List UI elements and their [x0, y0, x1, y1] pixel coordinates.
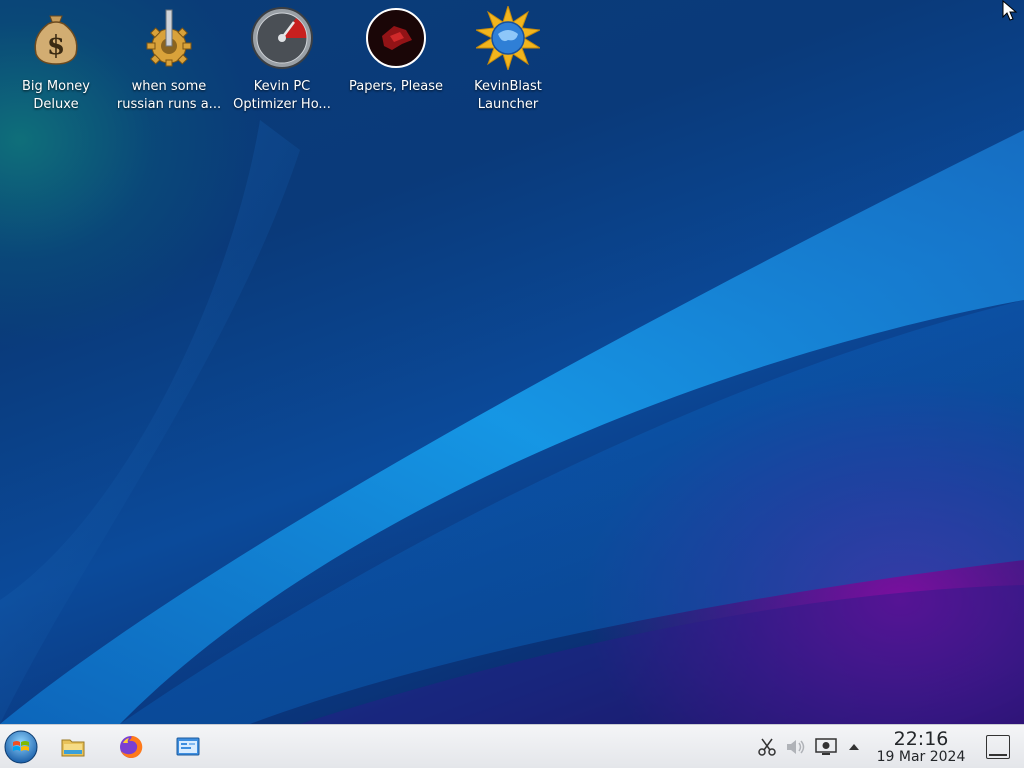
money-bag-icon: $ [34, 15, 78, 65]
clipboard-tray-button[interactable] [751, 731, 783, 763]
desktop-icon-papers-please[interactable]: Papers, Please [340, 6, 452, 116]
scissors-icon [758, 738, 776, 756]
desktop-icon-label: KevinBlast Launcher [474, 79, 542, 112]
desktop-icon-label: Kevin PC Optimizer Ho... [233, 79, 331, 112]
gear-icon [146, 9, 192, 67]
clock-date[interactable]: 19 Mar 2024 [868, 749, 974, 766]
desktop-icon-label: when some russian runs a... [116, 79, 222, 112]
svg-text:$: $ [47, 31, 65, 61]
taskbar: 22:16 19 Mar 2024 [0, 724, 1024, 768]
desktop-icon-russian-runs[interactable]: when some russian runs a... [113, 6, 225, 116]
mouse-cursor-icon [1002, 0, 1018, 21]
display-icon [815, 738, 837, 755]
file-manager-icon [61, 739, 85, 757]
start-menu-button[interactable] [4, 730, 38, 764]
system-settings-icon [176, 737, 200, 756]
clock-time[interactable]: 22:16 [876, 728, 966, 750]
speedometer-icon [251, 7, 313, 69]
show-desktop-button[interactable] [986, 735, 1010, 759]
desktop-icon-label: Big Money Deluxe [21, 79, 90, 112]
file-manager-launcher[interactable] [57, 731, 89, 763]
papers-please-icon [366, 8, 426, 68]
firefox-launcher[interactable] [115, 731, 147, 763]
volume-tray-button[interactable] [780, 731, 812, 763]
starburst-globe-icon [476, 6, 540, 70]
desktop-icon-label: Papers, Please [348, 79, 444, 94]
volume-icon [787, 740, 805, 754]
tray-expand-button[interactable] [838, 731, 870, 763]
desktop-icon-big-money-deluxe[interactable]: $ Big Money Deluxe [0, 6, 112, 116]
system-settings-launcher[interactable] [172, 731, 204, 763]
desktop[interactable]: $ Big Money Deluxe when some russian run… [0, 0, 1024, 724]
desktop-icon-kevinblast-launcher[interactable]: KevinBlast Launcher [452, 6, 564, 116]
desktop-icon-kevin-pc-optimizer[interactable]: Kevin PC Optimizer Ho... [226, 6, 338, 116]
firefox-icon [120, 735, 143, 758]
expand-arrow-icon [849, 744, 859, 750]
start-menu-icon [4, 730, 38, 764]
